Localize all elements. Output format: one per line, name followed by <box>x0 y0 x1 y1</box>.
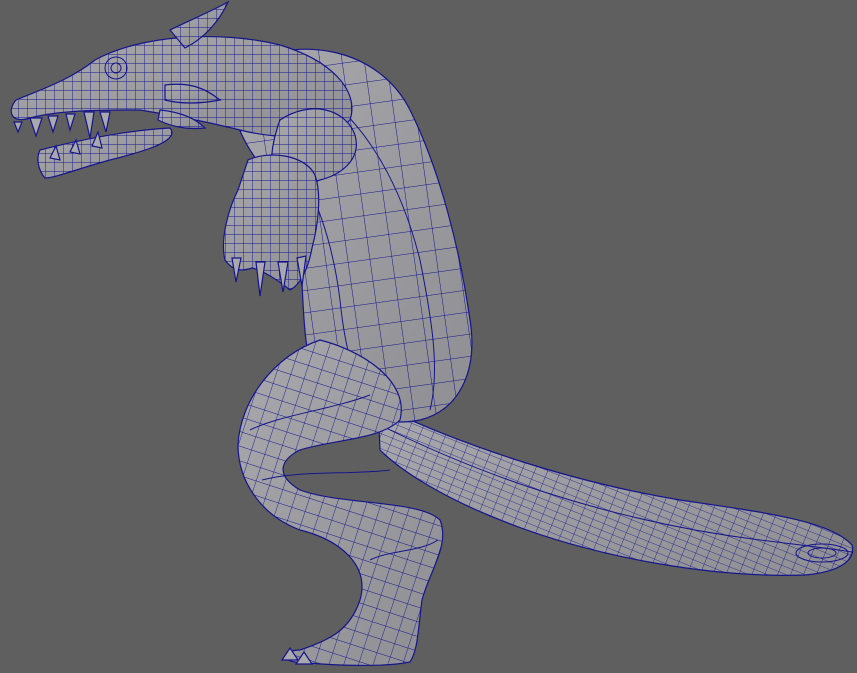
3d-viewport[interactable] <box>0 0 857 673</box>
tail <box>377 404 854 576</box>
creature-mesh[interactable] <box>0 0 857 673</box>
